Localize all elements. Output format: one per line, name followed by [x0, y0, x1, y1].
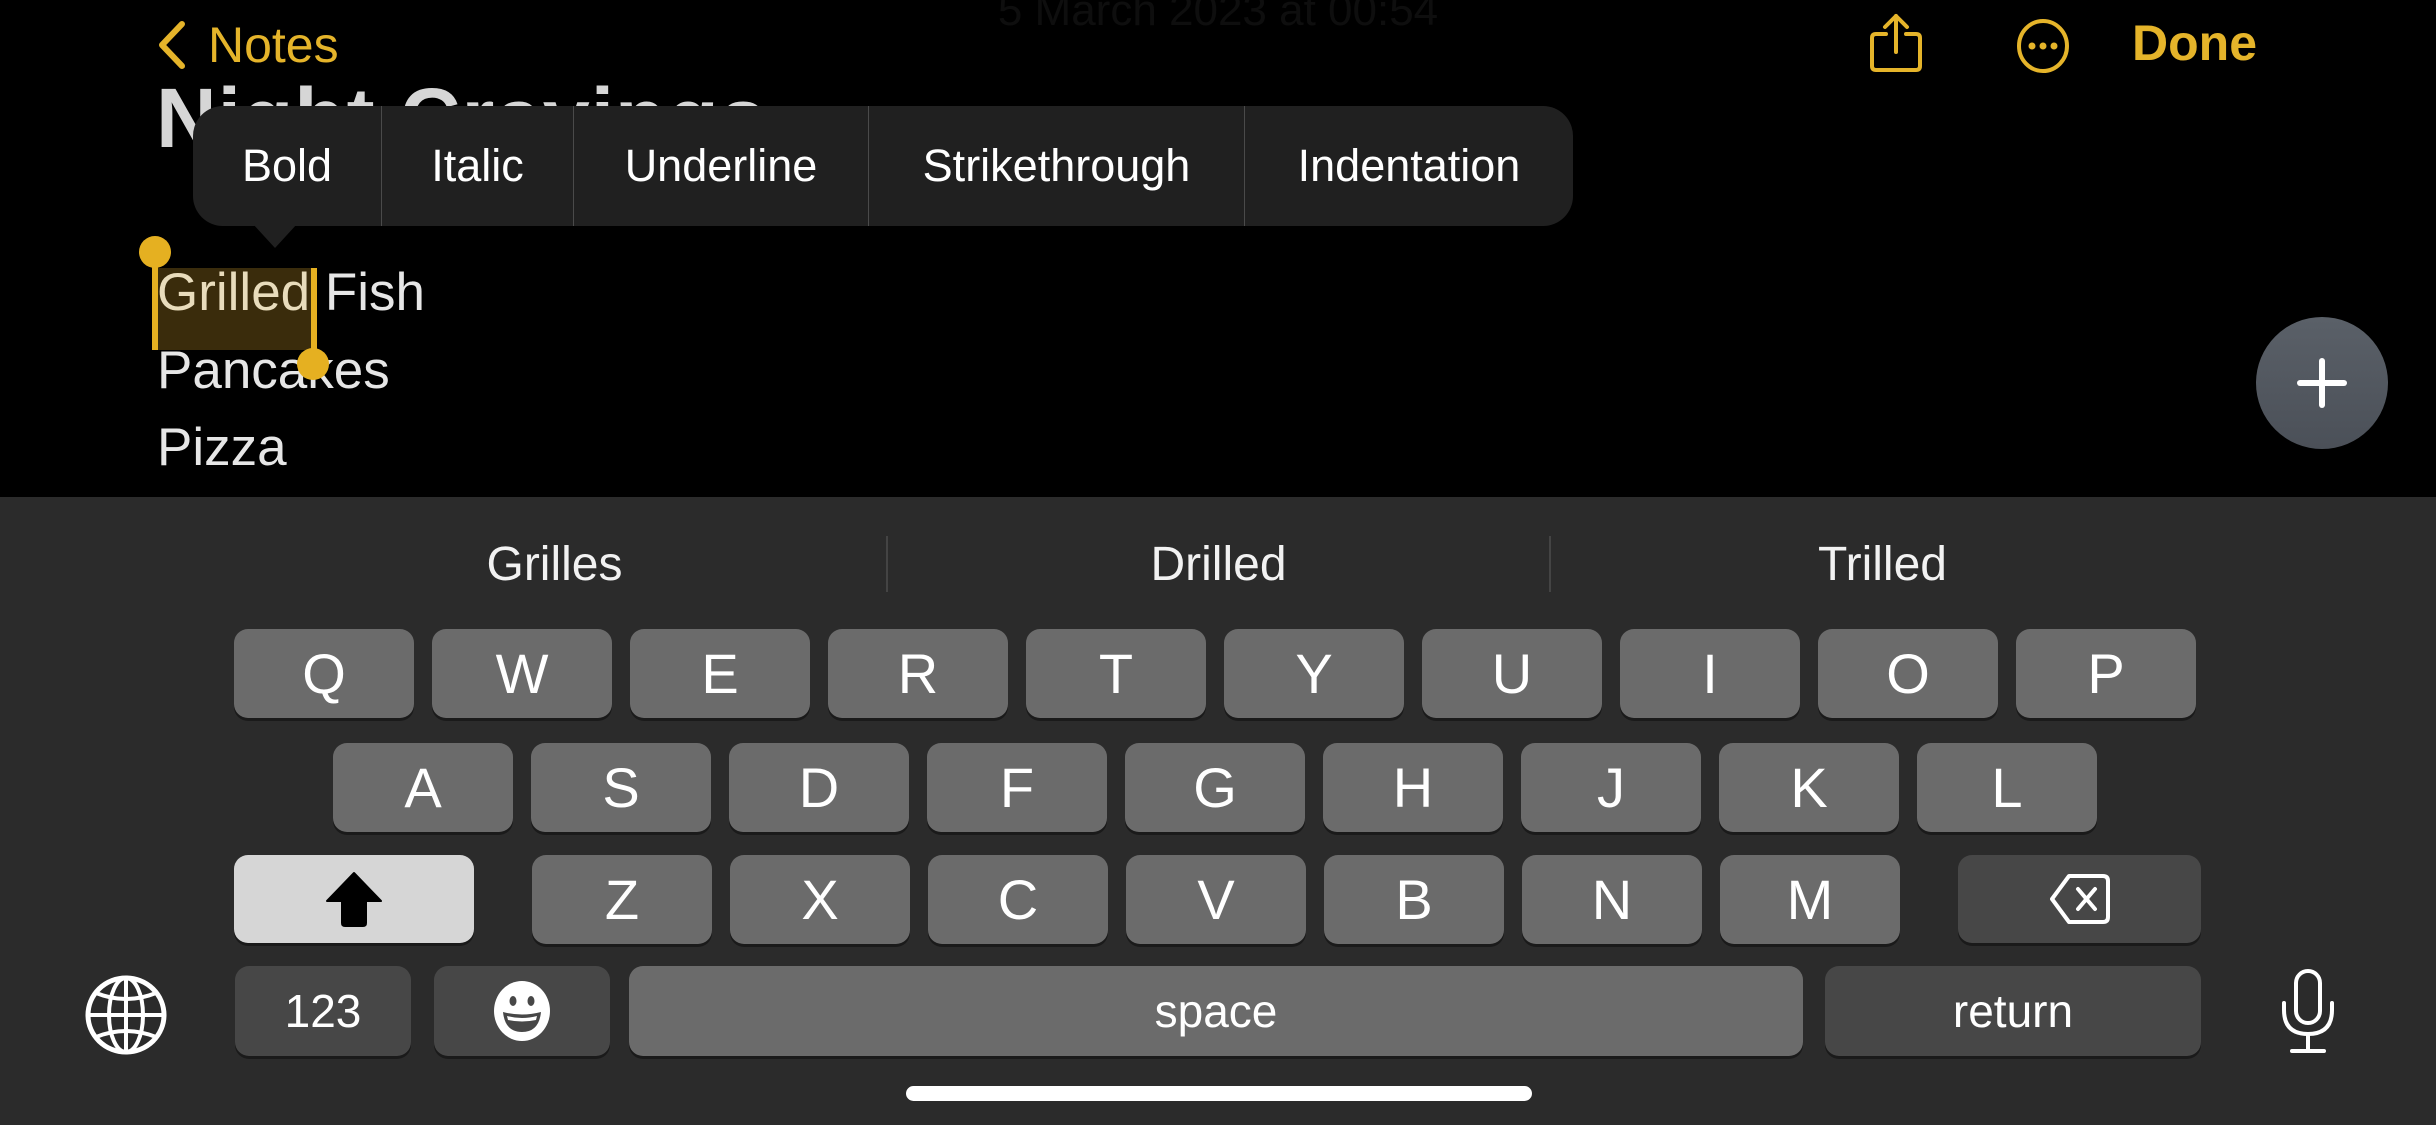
- menu-item-indentation[interactable]: Indentation: [1245, 106, 1573, 226]
- delete-icon: [2049, 874, 2110, 924]
- key-x[interactable]: X: [730, 855, 910, 944]
- key-b[interactable]: B: [1324, 855, 1504, 944]
- menu-item-underline[interactable]: Underline: [574, 106, 869, 226]
- selection-start-handle[interactable]: [139, 236, 171, 268]
- globe-button[interactable]: [84, 975, 168, 1055]
- delete-key[interactable]: [1958, 855, 2201, 943]
- home-indicator[interactable]: [906, 1086, 1532, 1101]
- ellipsis-circle-icon: [2017, 19, 2069, 73]
- back-label: Notes: [208, 17, 339, 73]
- key-n[interactable]: N: [1522, 855, 1702, 944]
- key-f[interactable]: F: [927, 743, 1107, 832]
- emoji-icon: [494, 981, 550, 1041]
- key-e[interactable]: E: [630, 629, 810, 718]
- key-g[interactable]: G: [1125, 743, 1305, 832]
- microphone-icon: [2282, 969, 2334, 1053]
- key-w[interactable]: W: [432, 629, 612, 718]
- note-timestamp: 5 March 2023 at 00:54: [997, 0, 1439, 35]
- key-a[interactable]: A: [333, 743, 513, 832]
- chevron-left-icon: [159, 21, 185, 69]
- dictation-button[interactable]: [2280, 968, 2336, 1056]
- key-z[interactable]: Z: [532, 855, 712, 944]
- key-i[interactable]: I: [1620, 629, 1800, 718]
- menu-item-italic[interactable]: Italic: [382, 106, 574, 226]
- selected-text[interactable]: Grilled: [157, 263, 310, 322]
- prediction-3[interactable]: Trilled: [1551, 522, 2214, 606]
- prediction-2[interactable]: Drilled: [888, 522, 1549, 606]
- note-line[interactable]: Grilled Fish: [157, 262, 425, 323]
- key-c[interactable]: C: [928, 855, 1108, 944]
- done-button[interactable]: Done: [2132, 14, 2257, 72]
- shift-icon: [326, 872, 382, 927]
- key-j[interactable]: J: [1521, 743, 1701, 832]
- emoji-key[interactable]: [434, 966, 610, 1056]
- numbers-key[interactable]: 123: [235, 966, 411, 1056]
- key-q[interactable]: Q: [234, 629, 414, 718]
- key-d[interactable]: D: [729, 743, 909, 832]
- selection-end-handle[interactable]: [297, 348, 329, 380]
- key-l[interactable]: L: [1917, 743, 2097, 832]
- key-y[interactable]: Y: [1224, 629, 1404, 718]
- menu-item-bold[interactable]: Bold: [193, 106, 382, 226]
- key-u[interactable]: U: [1422, 629, 1602, 718]
- shift-key[interactable]: [234, 855, 474, 943]
- key-s[interactable]: S: [531, 743, 711, 832]
- key-r[interactable]: R: [828, 629, 1008, 718]
- return-key[interactable]: return: [1825, 966, 2201, 1056]
- key-p[interactable]: P: [2016, 629, 2196, 718]
- key-o[interactable]: O: [1818, 629, 1998, 718]
- key-t[interactable]: T: [1026, 629, 1206, 718]
- globe-icon: [85, 975, 167, 1055]
- menu-pointer: [253, 224, 297, 248]
- note-line[interactable]: Pancakes: [157, 340, 390, 401]
- format-context-menu: Bold Italic Underline Strikethrough Inde…: [193, 106, 1573, 226]
- line-text: Fish: [310, 263, 426, 322]
- space-key[interactable]: space: [629, 966, 1803, 1056]
- share-icon: [1870, 14, 1922, 72]
- back-button[interactable]: Notes: [156, 14, 339, 76]
- key-h[interactable]: H: [1323, 743, 1503, 832]
- add-button[interactable]: [2256, 317, 2388, 449]
- share-button[interactable]: [1866, 12, 1926, 74]
- note-line[interactable]: Pizza: [157, 417, 287, 478]
- key-k[interactable]: K: [1719, 743, 1899, 832]
- key-v[interactable]: V: [1126, 855, 1306, 944]
- prediction-1[interactable]: Grilles: [223, 522, 886, 606]
- more-options-button[interactable]: [2016, 18, 2070, 74]
- menu-item-strikethrough[interactable]: Strikethrough: [869, 106, 1245, 226]
- plus-icon: [2297, 358, 2347, 408]
- key-m[interactable]: M: [1720, 855, 1900, 944]
